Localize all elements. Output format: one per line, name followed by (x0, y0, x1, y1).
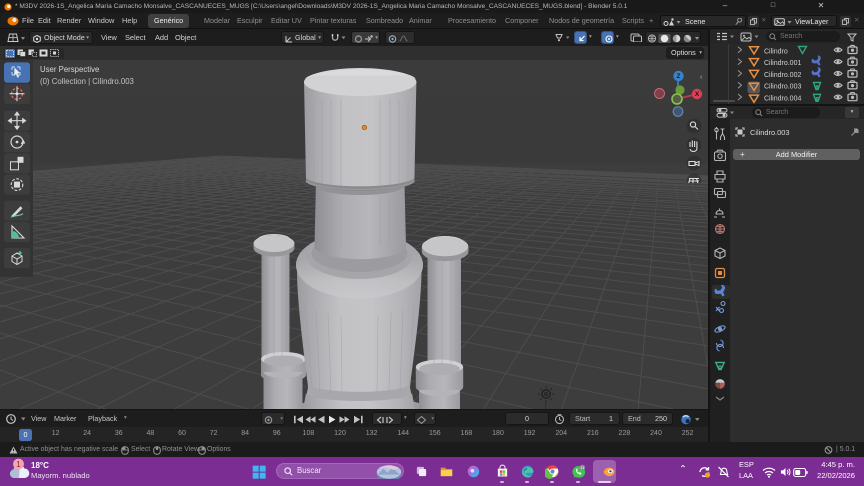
svg-text:Z: Z (677, 73, 681, 80)
svg-text:Cilindro: Cilindro (764, 48, 788, 55)
svg-text:1: 1 (16, 460, 21, 469)
svg-text:Cilindro.004: Cilindro.004 (764, 96, 801, 103)
svg-text:Cilindro.002: Cilindro.002 (764, 72, 801, 79)
svg-text:Cilindro.003: Cilindro.003 (764, 84, 801, 91)
svg-text:Cilindro.001: Cilindro.001 (764, 60, 801, 67)
svg-text:X: X (695, 91, 700, 98)
svg-text:11: 11 (580, 465, 584, 470)
